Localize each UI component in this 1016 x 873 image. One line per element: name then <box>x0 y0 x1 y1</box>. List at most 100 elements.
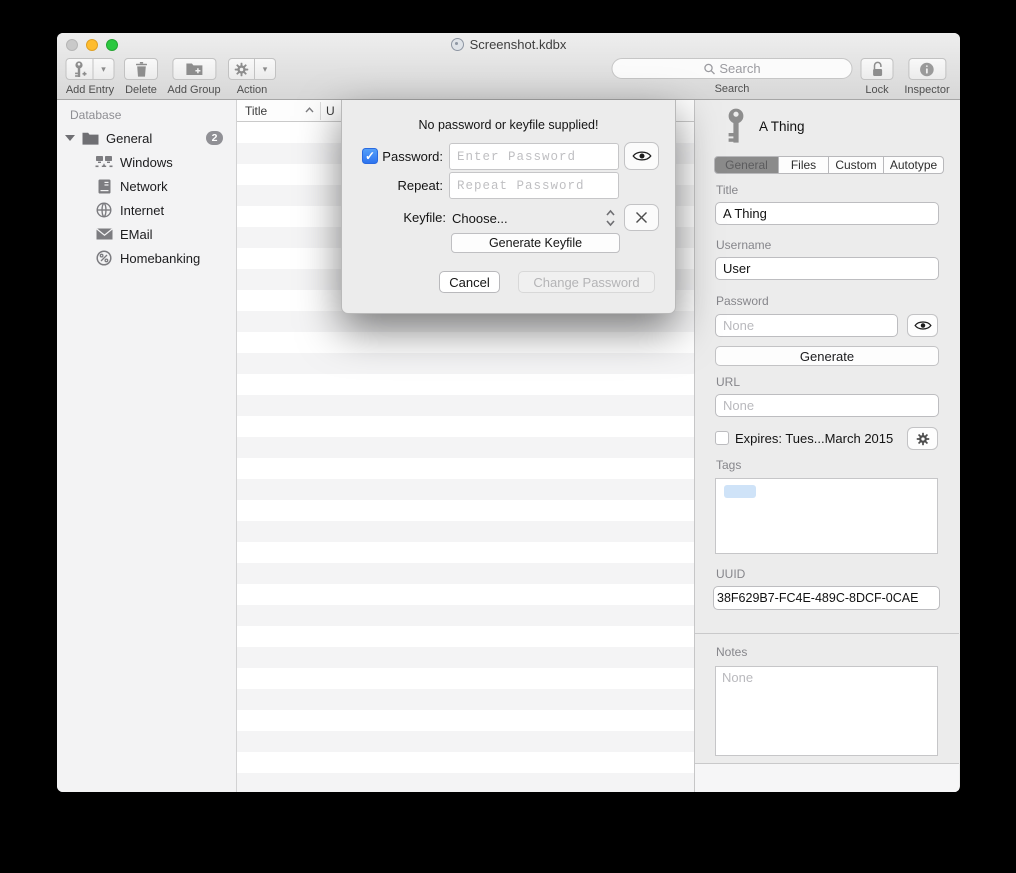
tags-field[interactable] <box>715 478 938 554</box>
toolbar-item-search: Search Search <box>612 58 853 95</box>
column-header-title[interactable]: Title <box>245 104 267 118</box>
folder-icon <box>81 132 99 145</box>
info-icon <box>920 62 935 77</box>
action-button[interactable] <box>228 58 255 80</box>
desktop-background: Screenshot.kdbx ▾ Add Entry <box>0 0 1016 873</box>
generate-keyfile-button[interactable]: Generate Keyfile <box>451 233 620 253</box>
sidebar-item-general[interactable]: General 2 <box>57 126 236 150</box>
expires-label: Expires: Tues...March 2015 <box>735 431 893 446</box>
chevron-down-icon: ▾ <box>263 64 268 75</box>
toolbar-item-add-group: Add Group <box>167 58 220 96</box>
title-field[interactable] <box>715 202 939 225</box>
gear-icon <box>916 432 930 446</box>
column-header-username[interactable]: U <box>326 104 335 118</box>
sidebar-item-label: Windows <box>120 155 173 170</box>
entry-title: A Thing <box>759 119 805 134</box>
keyfile-popup[interactable]: Choose... <box>452 205 617 231</box>
sidebar-item-internet[interactable]: Internet <box>57 198 236 222</box>
windows-network-icon <box>95 155 113 170</box>
notes-field[interactable] <box>715 666 938 756</box>
tag-token[interactable] <box>724 485 756 498</box>
sidebar-item-label: Network <box>120 179 168 194</box>
trash-icon <box>135 62 148 77</box>
tab-general[interactable]: General <box>714 156 779 174</box>
repeat-input[interactable] <box>449 172 619 199</box>
inspector-button[interactable] <box>908 58 946 80</box>
search-input[interactable]: Search <box>612 58 853 79</box>
search-icon <box>703 63 715 75</box>
cancel-button[interactable]: Cancel <box>439 271 500 293</box>
window-title: Screenshot.kdbx <box>470 37 567 52</box>
toolbar-label: Inspector <box>904 84 949 96</box>
add-entry-dropdown-button[interactable]: ▾ <box>94 58 115 80</box>
password-label: Password <box>716 294 769 308</box>
app-window: Screenshot.kdbx ▾ Add Entry <box>57 33 960 792</box>
sidebar-item-label: EMail <box>120 227 153 242</box>
sidebar-item-email[interactable]: EMail <box>57 222 236 246</box>
search-placeholder: Search <box>719 61 760 76</box>
add-entry-button[interactable] <box>66 58 94 80</box>
inspector-panel: A Thing General Files Custom Autotype Ti… <box>695 100 959 792</box>
clear-keyfile-button[interactable] <box>624 204 659 231</box>
inspector-tabs: General Files Custom Autotype <box>714 156 944 174</box>
keyfile-label: Keyfile: <box>362 210 446 225</box>
lock-button[interactable] <box>861 58 894 80</box>
sidebar-item-network[interactable]: Network <box>57 174 236 198</box>
keyfile-selected-value: Choose... <box>452 211 508 226</box>
action-dropdown-button[interactable]: ▾ <box>255 58 276 80</box>
popup-stepper-icon[interactable] <box>605 209 616 227</box>
chevron-down-icon: ▾ <box>101 64 106 75</box>
repeat-label: Repeat: <box>359 178 443 193</box>
toolbar-item-add-entry: ▾ Add Entry <box>66 58 115 96</box>
toolbar-item-lock: Lock <box>861 58 894 96</box>
eye-icon <box>632 150 652 162</box>
toolbar-item-action: ▾ Action <box>228 58 276 96</box>
globe-icon <box>95 202 113 218</box>
close-x-icon <box>635 211 648 224</box>
expires-settings-button[interactable] <box>907 427 938 450</box>
username-field[interactable] <box>715 257 939 280</box>
tab-custom[interactable]: Custom <box>829 156 884 174</box>
change-password-button[interactable]: Change Password <box>518 271 655 293</box>
url-label: URL <box>716 375 740 389</box>
uuid-field[interactable] <box>713 586 940 610</box>
divider <box>695 633 959 634</box>
password-label: Password: <box>359 149 443 164</box>
toolbar-label: Add Entry <box>66 84 114 96</box>
toolbar-item-delete: Delete <box>124 58 158 96</box>
sidebar-item-windows[interactable]: Windows <box>57 150 236 174</box>
generate-password-button[interactable]: Generate <box>715 346 939 366</box>
toolbar-label: Lock <box>865 84 888 96</box>
dialog-message: No password or keyfile supplied! <box>342 118 675 132</box>
add-group-button[interactable] <box>172 58 216 80</box>
password-input[interactable] <box>449 143 619 170</box>
title-label: Title <box>716 183 738 197</box>
sidebar-section-header: Database <box>70 108 121 122</box>
delete-button[interactable] <box>124 58 158 80</box>
sort-ascending-icon <box>305 107 314 113</box>
tab-files[interactable]: Files <box>779 156 829 174</box>
url-field[interactable] <box>715 394 939 417</box>
disclosure-triangle-icon[interactable] <box>65 135 75 141</box>
document-proxy-icon <box>451 38 464 51</box>
envelope-icon <box>95 228 113 240</box>
expires-checkbox[interactable] <box>715 431 729 445</box>
key-plus-icon <box>73 61 86 78</box>
tab-autotype[interactable]: Autotype <box>884 156 944 174</box>
password-field[interactable] <box>715 314 898 337</box>
gear-icon <box>234 62 249 77</box>
notes-label: Notes <box>716 645 747 659</box>
toolbar-label: Search <box>715 83 750 95</box>
sidebar-item-homebanking[interactable]: Homebanking <box>57 246 236 270</box>
key-icon <box>725 108 747 144</box>
uuid-label: UUID <box>716 567 745 581</box>
show-password-button[interactable] <box>907 314 938 337</box>
tags-label: Tags <box>716 458 741 472</box>
username-label: Username <box>716 238 771 252</box>
eye-icon <box>914 320 932 331</box>
sidebar-item-label: General <box>106 131 152 146</box>
window-chrome: Screenshot.kdbx ▾ Add Entry <box>57 33 960 100</box>
show-password-button[interactable] <box>624 142 659 170</box>
unlock-icon <box>870 61 884 77</box>
toolbar-label: Delete <box>125 84 157 96</box>
